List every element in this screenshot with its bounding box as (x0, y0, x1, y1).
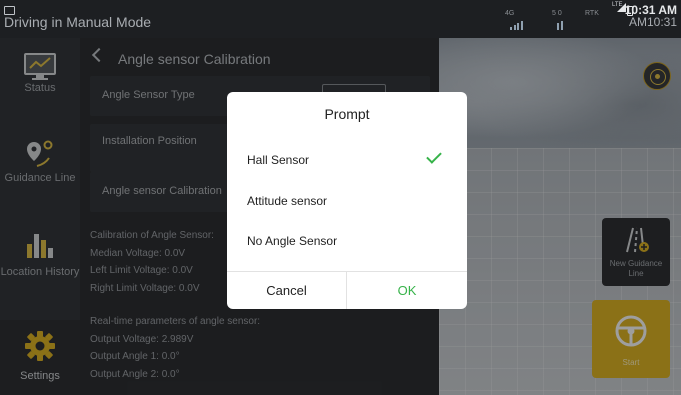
signal-4g-icon (510, 20, 523, 30)
option-label: Hall Sensor (247, 153, 310, 167)
prompt-dialog: Prompt Hall Sensor Attitude sensor No An… (227, 92, 467, 309)
option-label: No Angle Sensor (247, 234, 338, 248)
option-label: Attitude sensor (247, 194, 328, 208)
checkmark-icon (426, 148, 442, 164)
signal-4g-label: 4G (505, 10, 515, 17)
signal-rtk-label: RTK (585, 10, 599, 17)
cancel-button[interactable]: Cancel (227, 272, 347, 309)
option-no-angle-sensor[interactable]: No Angle Sensor (227, 221, 467, 261)
clock-overlay: AM10:31 (628, 15, 677, 29)
dialog-title: Prompt (324, 106, 370, 122)
status-title: Driving in Manual Mode (4, 14, 152, 30)
dialog-footer: Cancel OK (227, 271, 467, 309)
option-hall-sensor[interactable]: Hall Sensor (227, 140, 467, 180)
signal-satellite-icon (557, 20, 563, 63)
signal-satellite-label: 5 0 (552, 10, 562, 17)
status-bar: Driving in Manual Mode 4G 5 0 RTK LTE 10… (0, 0, 681, 67)
option-attitude-sensor[interactable]: Attitude sensor (227, 181, 467, 221)
ok-button[interactable]: OK (347, 272, 467, 309)
